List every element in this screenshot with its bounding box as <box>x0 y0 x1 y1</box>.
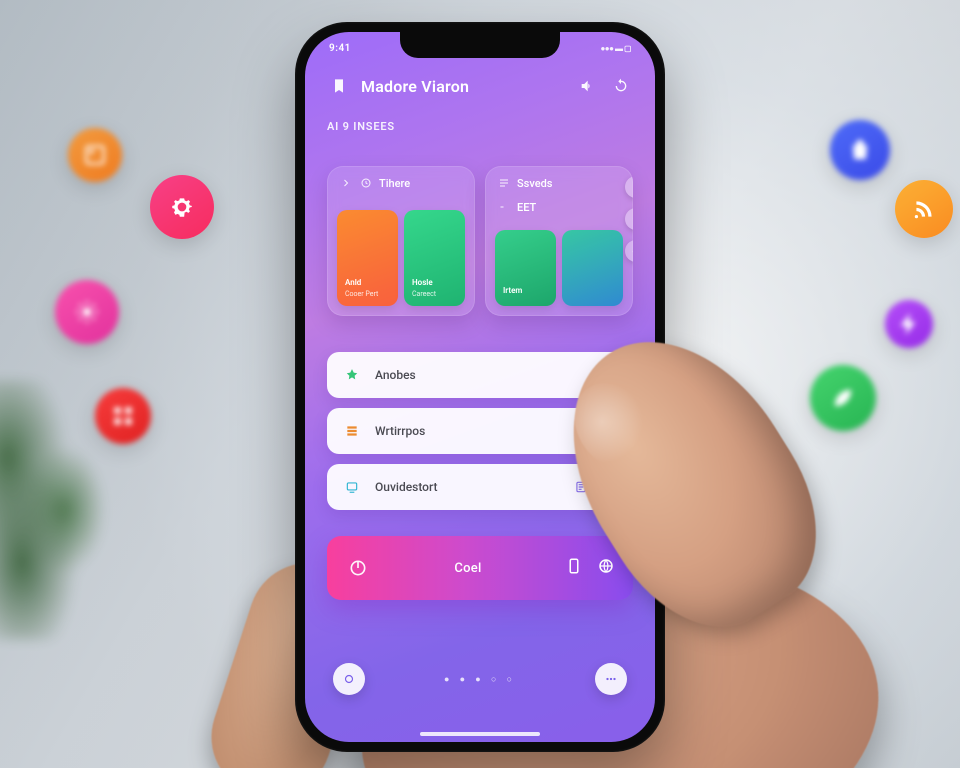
stack-icon <box>497 176 511 190</box>
rss-icon <box>895 180 953 238</box>
sound-icon[interactable] <box>575 74 599 98</box>
gallery-icon <box>68 128 122 182</box>
list-item[interactable]: Anobes <box>327 352 633 398</box>
gear-icon <box>150 175 214 239</box>
tile[interactable]: Anld Cooer Pert <box>337 210 398 306</box>
app-header: Madore Viaron AI 9 INSEES <box>305 74 655 133</box>
promo-card[interactable]: Coel <box>327 536 633 600</box>
list-item[interactable]: Ouvidestort Crge <box>327 464 633 510</box>
clock-icon <box>359 176 373 190</box>
side-pill-stack <box>625 176 633 262</box>
status-time: 9:41 <box>329 43 351 54</box>
bag-icon <box>830 120 890 180</box>
phone-frame: 9:41 ●●● ▬ ▢ Madore Viaron <box>295 22 665 752</box>
list-item-label: Ouvidestort <box>375 480 562 494</box>
card-ssveds[interactable]: Ssveds EET Irtem <box>485 166 633 316</box>
pill-icon[interactable] <box>625 176 633 198</box>
option-list: Anobes Wrtirrpos Ouvidestort Crge <box>327 352 633 510</box>
pill-icon[interactable] <box>625 240 633 262</box>
pill-icon[interactable] <box>625 208 633 230</box>
sun-icon <box>55 280 119 344</box>
arrow-icon <box>339 176 353 190</box>
bottom-nav: ● ● ● ○ ○ <box>305 634 655 742</box>
tile-title: Hosle <box>412 278 457 288</box>
device-icon <box>565 557 583 579</box>
dash-icon <box>497 200 511 214</box>
bolt-icon <box>885 300 933 348</box>
nav-home-button[interactable] <box>333 663 365 695</box>
card-title: Tihere <box>379 177 410 190</box>
page-indicator: ● ● ● ○ ○ <box>444 674 516 685</box>
tile[interactable]: Hosle Careect <box>404 210 465 306</box>
list-item[interactable]: Wrtirrpos <box>327 408 633 454</box>
list-item-icon <box>341 364 363 386</box>
home-indicator[interactable] <box>420 732 540 736</box>
refresh-icon[interactable] <box>609 74 633 98</box>
phone-screen: 9:41 ●●● ▬ ▢ Madore Viaron <box>305 32 655 742</box>
power-icon <box>345 555 371 581</box>
tile-title: Irtem <box>503 286 548 296</box>
app-title: Madore Viaron <box>361 77 469 96</box>
card-tihere[interactable]: Tihere Anld Cooer Pert Hosle Careect <box>327 166 475 316</box>
nav-more-button[interactable] <box>595 663 627 695</box>
list-item-label: Wrtirrpos <box>375 424 619 438</box>
card-title: Ssveds <box>517 177 552 190</box>
tile[interactable] <box>562 230 623 306</box>
card-row: Tihere Anld Cooer Pert Hosle Careect Ssveds… <box>327 166 633 316</box>
header-subtitle: AI 9 INSEES <box>327 120 633 133</box>
tile-sub: Careect <box>412 290 457 298</box>
card-secondary-label: EET <box>517 201 536 214</box>
list-item-icon <box>341 420 363 442</box>
tile[interactable]: Irtem <box>495 230 556 306</box>
list-item-label: Anobes <box>375 368 619 382</box>
tile-sub: Cooer Pert <box>345 290 390 298</box>
leaf-icon <box>810 365 876 431</box>
tile-group: Irtem <box>495 230 623 306</box>
list-item-icon <box>341 476 363 498</box>
status-indicators: ●●● ▬ ▢ <box>600 44 631 53</box>
promo-label: Coel <box>389 561 547 576</box>
tile-title: Anld <box>345 278 390 288</box>
grid-icon <box>95 388 151 444</box>
list-item-extra: Crge <box>574 480 619 494</box>
scene: 9:41 ●●● ▬ ▢ Madore Viaron <box>0 0 960 768</box>
notch <box>400 32 560 58</box>
bookmark-icon <box>327 74 351 98</box>
tile-group: Anld Cooer Pert Hosle Careect <box>337 210 465 306</box>
globe-icon <box>597 557 615 579</box>
